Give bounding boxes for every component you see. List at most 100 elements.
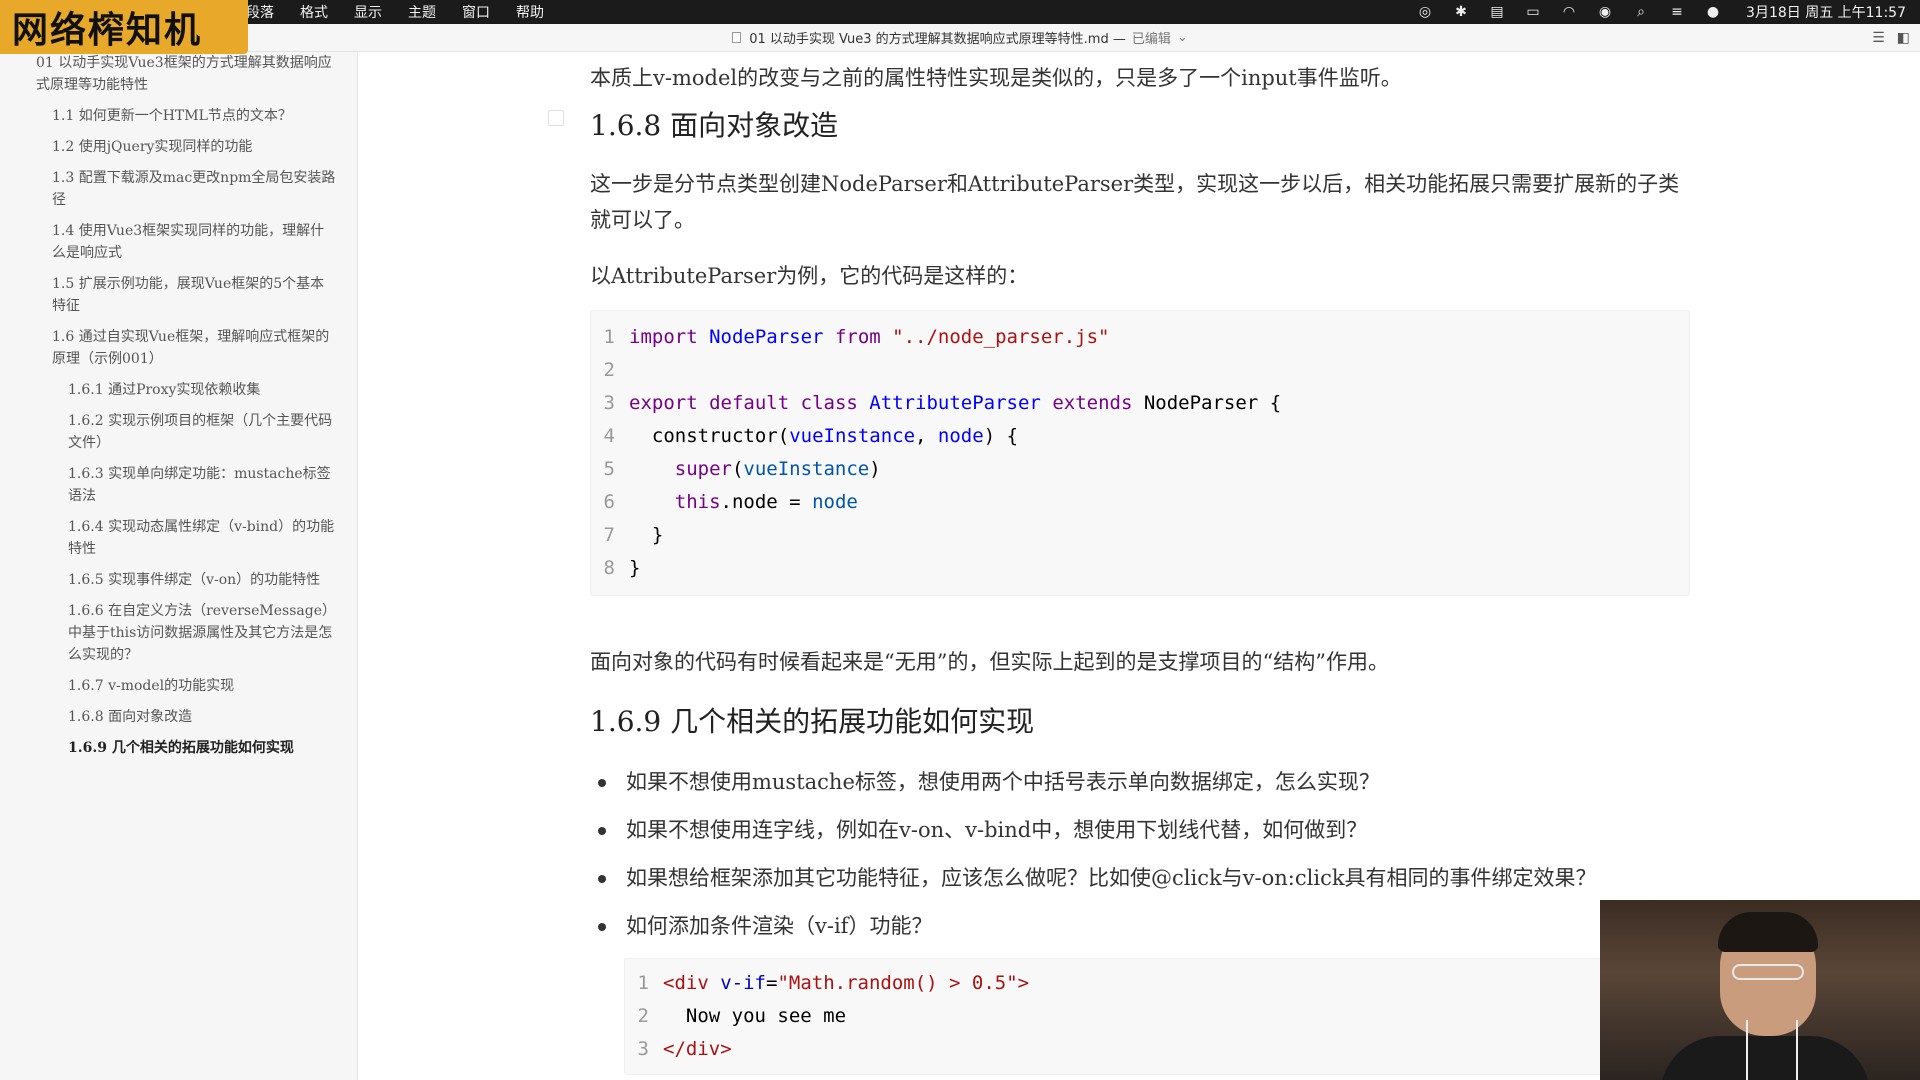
heading-1-6-8: 1.6.8 面向对象改造: [590, 109, 839, 142]
code-token: node: [812, 491, 858, 513]
outline-sidebar: 01 以动手实现Vue3框架的方式理解其数据响应式原理等功能特性 1.1 如何更…: [0, 52, 358, 1080]
heading-1-6-9: 1.6.9 几个相关的拓展功能如何实现: [590, 705, 1035, 738]
presenter-body: [1660, 1036, 1870, 1080]
paragraph-intro: 本质上v-model的改变与之前的属性特性实现是类似的，只是多了一个input事…: [590, 66, 1402, 90]
paragraph-1: 这一步是分节点类型创建NodeParser和AttributeParser类型，…: [590, 172, 1680, 232]
menu-theme[interactable]: 主题: [408, 2, 436, 22]
toc-item[interactable]: 01 以动手实现Vue3框架的方式理解其数据响应式原理等功能特性: [0, 52, 357, 96]
outline-toggle-icon[interactable]: ☰: [1872, 30, 1885, 46]
code-token: import: [629, 326, 698, 348]
list-item: 如果想给框架添加其它功能特征，应该怎么做呢？比如使@click与v-on:cli…: [590, 860, 1690, 896]
earphone-wire: [1746, 1020, 1748, 1080]
code-line: 6 this .node = node: [591, 486, 1689, 519]
wifi-icon[interactable]: ◠: [1560, 4, 1578, 20]
toc-item[interactable]: 1.1 如何更新一个HTML节点的文本？: [0, 105, 357, 127]
edited-status[interactable]: 已编辑: [1132, 28, 1171, 47]
code-token: </div>: [663, 1038, 732, 1060]
menu-paragraph[interactable]: 段落: [246, 2, 274, 22]
toc-item[interactable]: 1.6.3 实现单向绑定功能：mustache标签语法: [0, 463, 357, 507]
toc-item[interactable]: 1.6 通过自实现Vue框架，理解响应式框架的原理（示例001）: [0, 326, 357, 370]
code-line: 3 export default class AttributeParser e…: [591, 387, 1689, 420]
line-number: 1: [637, 972, 649, 994]
code-token: NodeParser: [1143, 392, 1259, 414]
line-number: 5: [603, 458, 615, 480]
code-token: v-if: [720, 972, 766, 994]
code-block-v-if[interactable]: 1 <div v-if = "Math.random() > 0.5" > 2 Now…: [624, 958, 1690, 1075]
presenter-hair: [1718, 912, 1818, 952]
toc-item[interactable]: 1.5 扩展示例功能，展现Vue框架的5个基本特征: [0, 273, 357, 317]
code-token: NodeParser: [709, 326, 824, 348]
control-center-icon[interactable]: ≡: [1668, 4, 1686, 20]
code-token: class: [800, 392, 858, 414]
window-title-bar: 01 以动手实现 Vue3 的方式理解其数据响应式原理等特性.md — 已编辑 …: [0, 24, 1920, 52]
code-line: 5 super(vueInstance): [591, 453, 1689, 486]
toc-item[interactable]: 1.6.8 面向对象改造: [0, 706, 357, 728]
line-number: 7: [603, 524, 615, 546]
toc-item-active[interactable]: 1.6.9 几个相关的拓展功能如何实现: [0, 737, 357, 759]
toc-item[interactable]: 1.4 使用Vue3框架实现同样的功能，理解什么是响应式: [0, 220, 357, 264]
line-number: 2: [603, 359, 615, 381]
bluetooth-icon[interactable]: ✱: [1452, 4, 1470, 20]
line-number: 6: [603, 491, 615, 513]
siri-icon[interactable]: ●: [1704, 4, 1722, 20]
app-menus: 段落 格式 显示 主题 窗口 帮助: [246, 2, 544, 22]
code-block-attribute-parser[interactable]: 1 import NodeParser from "../node_parser…: [590, 310, 1690, 596]
menu-help[interactable]: 帮助: [516, 2, 544, 22]
code-line: 8 }: [591, 552, 1689, 585]
list-item: 如何添加条件渲染（v-if）功能？: [590, 908, 1690, 944]
toc-item[interactable]: 1.3 配置下载源及mac更改npm全局包安装路径: [0, 167, 357, 211]
s-app-icon[interactable]: ▤: [1488, 4, 1506, 20]
search-icon[interactable]: ⌕: [1632, 4, 1650, 20]
code-line: 1 <div v-if = "Math.random() > 0.5" >: [625, 967, 1689, 1000]
code-token: extends: [1052, 392, 1133, 414]
code-token: node: [937, 425, 984, 447]
toc-item[interactable]: 1.6.5 实现事件绑定（v-on）的功能特性: [0, 569, 357, 591]
line-number: 3: [603, 392, 615, 414]
system-menu-bar: 段落 格式 显示 主题 窗口 帮助 ◎ ✱ ▤ ▭ ◠ ◉ ⌕ ≡ ● 3月18…: [0, 0, 1920, 24]
toc-item[interactable]: 1.2 使用jQuery实现同样的功能: [0, 136, 357, 158]
code-token: vueInstance: [789, 425, 916, 447]
list-item: 如果不想使用mustache标签，想使用两个中括号表示单向数据绑定，怎么实现？: [590, 764, 1690, 800]
sidebar-toggle-icon[interactable]: ◧: [1897, 30, 1910, 46]
code-token: from: [834, 326, 881, 348]
paragraph-3: 面向对象的代码有时候看起来是“无用”的，但实际上起到的是支撑项目的“结构”作用。: [590, 650, 1389, 674]
code-token: "Math.random() > 0.5": [777, 972, 1018, 994]
code-line: 7 }: [591, 519, 1689, 552]
obs-icon[interactable]: ◎: [1416, 4, 1434, 20]
code-token: .node: [720, 491, 778, 513]
menu-format[interactable]: 格式: [300, 2, 328, 22]
toc-item[interactable]: 1.6.4 实现动态属性绑定（v-bind）的功能特性: [0, 516, 357, 560]
code-token: constructor: [651, 425, 778, 447]
user-icon[interactable]: ◉: [1596, 4, 1614, 20]
heading-anchor-marker: [548, 110, 564, 126]
clock[interactable]: 3月18日 周五 上午11:57: [1746, 2, 1906, 22]
code-token: >: [1017, 972, 1030, 994]
menu-view[interactable]: 显示: [354, 2, 382, 22]
earphone-wire: [1796, 1020, 1798, 1080]
code-token: <div: [663, 972, 709, 994]
line-number: 2: [637, 1005, 649, 1027]
code-line: 1 import NodeParser from "../node_parser…: [591, 321, 1689, 354]
code-token: vueInstance: [743, 458, 870, 480]
watermark-logo: 网络榨知机: [0, 0, 248, 54]
code-token: this: [674, 491, 721, 513]
line-number: 8: [603, 557, 615, 579]
code-token: default: [709, 392, 790, 414]
code-line: 3 </div>: [625, 1033, 1689, 1066]
title-right-icons: ☰ ◧: [1872, 30, 1910, 46]
bullet-list: 如果不想使用mustache标签，想使用两个中括号表示单向数据绑定，怎么实现？ …: [590, 764, 1690, 956]
code-token: =: [777, 491, 813, 513]
list-item: 如果不想使用连字线，例如在v-on、v-bind中，想使用下划线代替，如何做到？: [590, 812, 1690, 848]
code-token: super: [674, 458, 732, 480]
line-number: 3: [637, 1038, 649, 1060]
menu-window[interactable]: 窗口: [462, 2, 490, 22]
toc-item[interactable]: 1.6.7 v-model的功能实现: [0, 675, 357, 697]
toc-item[interactable]: 1.6.1 通过Proxy实现依赖收集: [0, 379, 357, 401]
battery-icon[interactable]: ▭: [1524, 4, 1542, 20]
toc-item[interactable]: 1.6.6 在自定义方法（reverseMessage）中基于this访问数据源…: [0, 600, 357, 666]
code-token: }: [629, 557, 641, 579]
toc-item[interactable]: 1.6.2 实现示例项目的框架（几个主要代码文件）: [0, 410, 357, 454]
line-number: 4: [603, 425, 615, 447]
document-icon: [732, 32, 742, 43]
chevron-down-icon[interactable]: ⌄: [1177, 30, 1188, 45]
